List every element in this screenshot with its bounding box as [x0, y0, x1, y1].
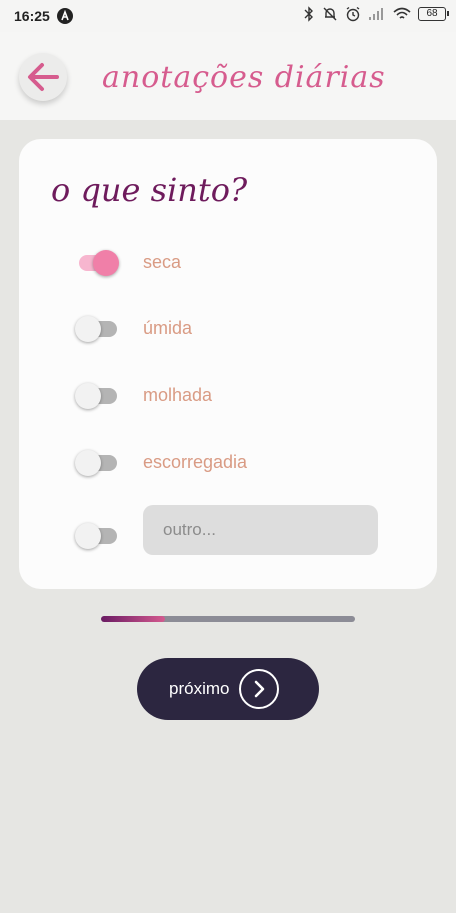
card-title: o que sinto?: [51, 171, 248, 209]
feelings-card: o que sinto? seca úmida molhada escorreg…: [19, 139, 437, 589]
option-label-umida: úmida: [143, 318, 193, 338]
option-row-molhada: molhada: [75, 377, 415, 411]
toggle-umida[interactable]: [75, 316, 119, 342]
next-button[interactable]: próximo: [137, 658, 319, 720]
progress-fill: [101, 616, 165, 622]
wifi-icon: [393, 7, 411, 19]
option-label-molhada: molhada: [143, 385, 213, 405]
toggle-outro[interactable]: [75, 523, 119, 549]
toggle-thumb: [75, 450, 101, 476]
status-bar: 16:25 68: [0, 0, 456, 32]
toggle-thumb: [93, 250, 119, 276]
option-row-seca: seca: [75, 244, 415, 278]
toggle-molhada[interactable]: [75, 383, 119, 409]
page-title: anotações diárias: [102, 60, 386, 95]
chevron-right-icon: [239, 669, 280, 709]
toggle-thumb: [75, 383, 101, 409]
toggle-escorregadia[interactable]: [75, 450, 119, 476]
option-row-escorregadia: escorregadia: [75, 444, 415, 478]
option-label-escorregadia: escorregadia: [143, 452, 248, 472]
other-input[interactable]: [143, 505, 378, 555]
option-row-umida: úmida: [75, 310, 415, 344]
mute-icon: [323, 7, 337, 21]
toggle-thumb: [75, 316, 101, 342]
app-icon: [57, 8, 73, 24]
back-button[interactable]: [19, 53, 67, 101]
status-time: 16:25: [14, 8, 50, 24]
progress-bar: [101, 616, 355, 622]
toggle-seca[interactable]: [75, 250, 119, 276]
app-bar: anotações diárias: [0, 32, 456, 120]
next-button-label: próximo: [169, 679, 230, 698]
battery-level: 68: [426, 8, 438, 19]
alarm-icon: [346, 6, 360, 22]
status-icons: 68: [303, 6, 449, 22]
signal-icon: [369, 8, 383, 20]
bluetooth-icon: [304, 6, 313, 22]
option-label-seca: seca: [143, 252, 182, 272]
arrow-left-icon: [28, 63, 59, 91]
battery-icon: 68: [418, 7, 449, 21]
toggle-thumb: [75, 523, 101, 549]
